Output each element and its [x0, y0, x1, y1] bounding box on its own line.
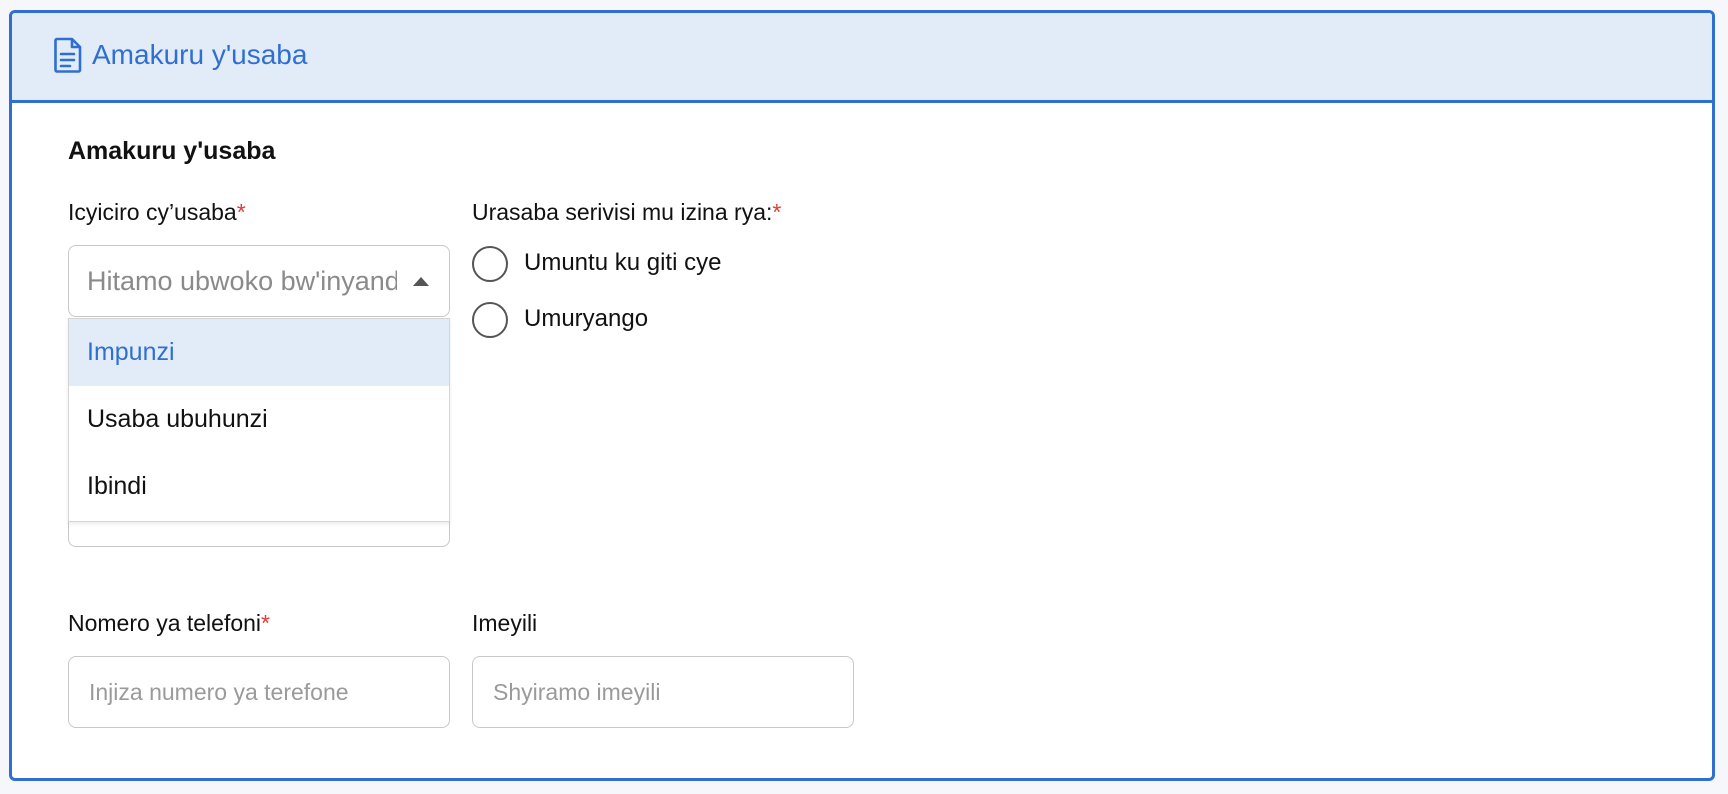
- required-mark: *: [236, 199, 246, 225]
- document-icon: [54, 37, 82, 73]
- applicant-type-label: Urasaba serivisi mu izina rya:*: [472, 199, 781, 226]
- section-title: Amakuru y'usaba: [68, 137, 276, 165]
- dropdown-option-impunzi[interactable]: Impunzi: [69, 319, 449, 386]
- card-header: Amakuru y'usaba: [12, 13, 1712, 103]
- phone-label: Nomero ya telefoni*: [68, 610, 270, 637]
- card-title: Amakuru y'usaba: [92, 39, 308, 70]
- dropdown-option-asylum-seeker[interactable]: Usaba ubuhunzi: [69, 386, 449, 453]
- caret-up-icon: [413, 277, 429, 286]
- category-label-text: Icyiciro cy’usaba: [68, 199, 237, 225]
- radio-family-label: Umuryango: [524, 305, 649, 332]
- phone-label-text: Nomero ya telefoni: [68, 610, 262, 636]
- category-select-placeholder: Hitamo ubwoko bw'inyandiko: [87, 266, 397, 296]
- phone-input[interactable]: [68, 656, 450, 728]
- radio-circle[interactable]: [472, 246, 508, 282]
- email-label: Imeyili: [472, 610, 538, 636]
- radio-individual-label: Umuntu ku giti cye: [524, 249, 722, 276]
- category-label: Icyiciro cy’usaba*: [68, 199, 246, 226]
- applicant-type-label-text: Urasaba serivisi mu izina rya:: [472, 199, 773, 225]
- dropdown-option-other[interactable]: Ibindi: [69, 453, 449, 520]
- required-mark: *: [261, 610, 270, 636]
- radio-circle[interactable]: [472, 302, 508, 338]
- category-select[interactable]: Hitamo ubwoko bw'inyandiko: [68, 245, 450, 317]
- category-dropdown: Impunzi Usaba ubuhunzi Ibindi: [68, 318, 450, 522]
- required-mark: *: [772, 199, 782, 225]
- applicant-info-card: Amakuru y'usaba Amakuru y'usaba Icyiciro…: [9, 10, 1715, 781]
- email-input[interactable]: [472, 656, 854, 728]
